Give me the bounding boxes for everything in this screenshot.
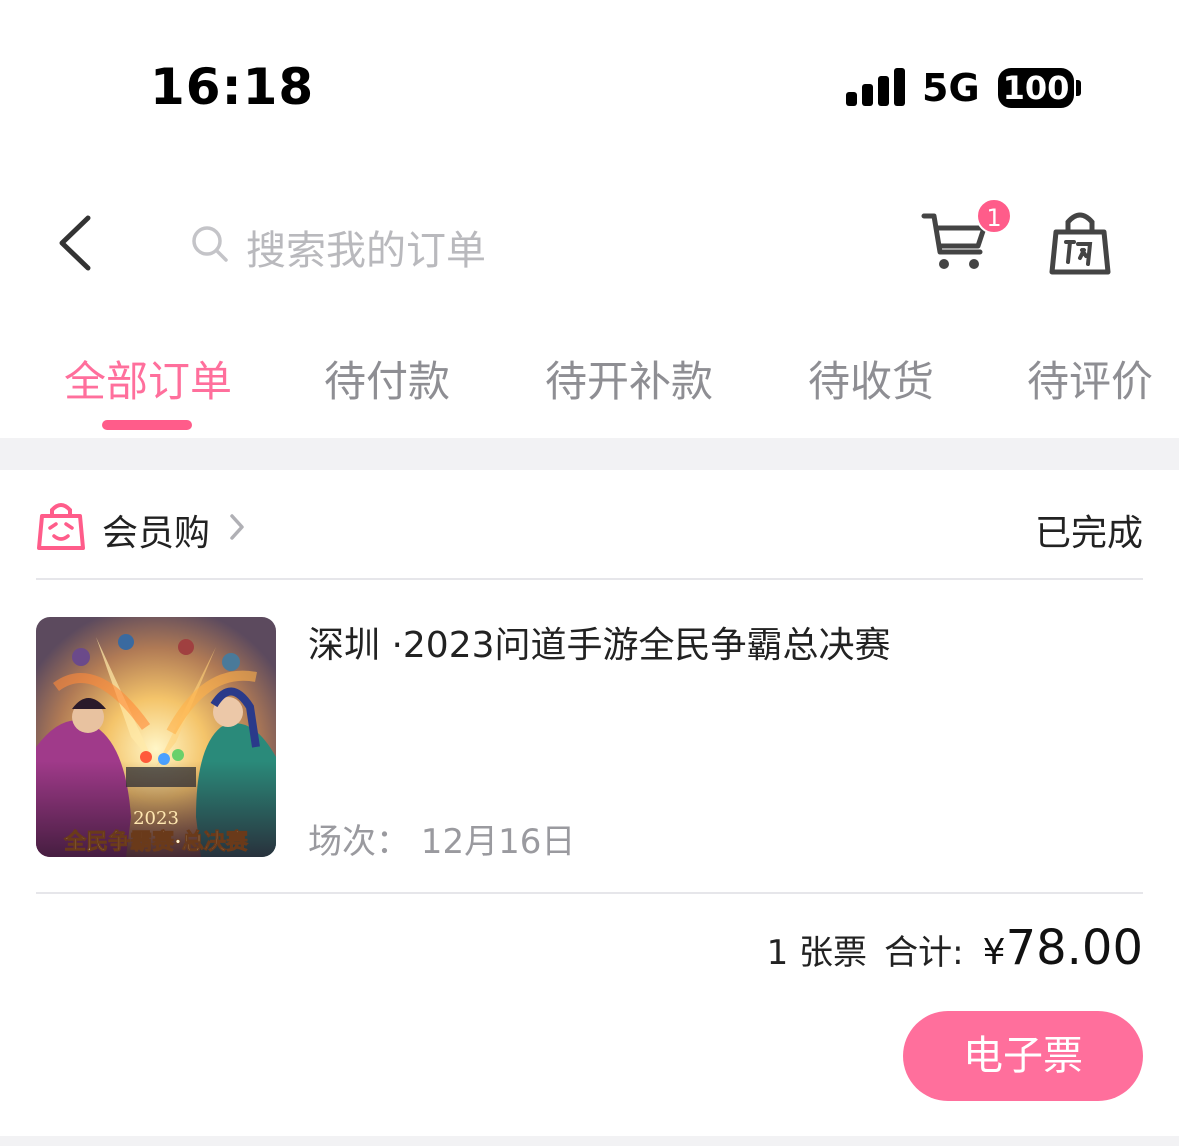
event-poster-image: 2023 全民争霸赛·总决赛: [36, 617, 276, 857]
e-ticket-button[interactable]: 电子票: [903, 1011, 1143, 1101]
chevron-left-icon: [59, 215, 91, 271]
shopping-bag-icon: [1049, 212, 1111, 275]
tab-pending-payment[interactable]: 待付款: [324, 348, 450, 409]
battery-icon: 100: [998, 68, 1074, 108]
order-tabs: 全部订单 待付款 待开补款 待收货 待评价: [0, 340, 1179, 438]
shop-row[interactable]: 会员购 已完成: [36, 500, 1143, 578]
shopping-bag-button[interactable]: [1044, 206, 1116, 278]
order-total: 1 张票 合计: ¥78.00: [767, 920, 1143, 980]
tab-pending-receipt[interactable]: 待收货: [808, 348, 934, 409]
order-status: 已完成: [1034, 513, 1143, 554]
network-type: 5G: [922, 66, 980, 110]
status-time: 16:18: [150, 58, 315, 116]
cart-badge: 1: [976, 198, 1012, 234]
status-bar: 16:18 5G 100: [0, 0, 1179, 170]
active-tab-indicator: [102, 420, 192, 430]
total-amount: 78.00: [1005, 920, 1143, 976]
search-placeholder: 搜索我的订单: [246, 228, 486, 274]
member-shop-icon: [37, 503, 85, 550]
svg-text:全民争霸赛·总决赛: 全民争霸赛·总决赛: [63, 829, 249, 855]
product-title[interactable]: 深圳 ·2023问道手游全民争霸总决赛: [308, 616, 891, 668]
shop-name[interactable]: 会员购: [102, 504, 210, 556]
ticket-count: 1 张票: [766, 933, 868, 973]
divider-line: [36, 578, 1143, 580]
back-button[interactable]: [50, 208, 110, 278]
session-date: 场次： 12月16日: [308, 822, 576, 862]
tab-pending-review[interactable]: 待评价: [1027, 348, 1153, 409]
divider-line: [36, 892, 1143, 894]
chevron-right-icon: [230, 514, 244, 540]
tab-pending-supplement[interactable]: 待开补款: [545, 348, 713, 409]
battery-tip: [1076, 80, 1081, 96]
product-thumbnail[interactable]: 2023 全民争霸赛·总决赛: [36, 617, 276, 857]
total-label: 合计:: [884, 933, 964, 973]
search-icon: [192, 226, 228, 262]
bottom-divider: [0, 1136, 1179, 1146]
order-card[interactable]: 会员购 已完成 2023 全民争霸赛·总决赛 深圳 ·2023问道手游全民争霸总…: [0, 470, 1179, 1134]
signal-icon: [846, 68, 906, 106]
currency-symbol: ¥: [982, 932, 1006, 973]
tab-all-orders[interactable]: 全部订单: [64, 348, 232, 409]
svg-text:2023: 2023: [133, 808, 179, 829]
section-divider: [0, 438, 1179, 470]
search-input[interactable]: 搜索我的订单: [180, 210, 800, 276]
